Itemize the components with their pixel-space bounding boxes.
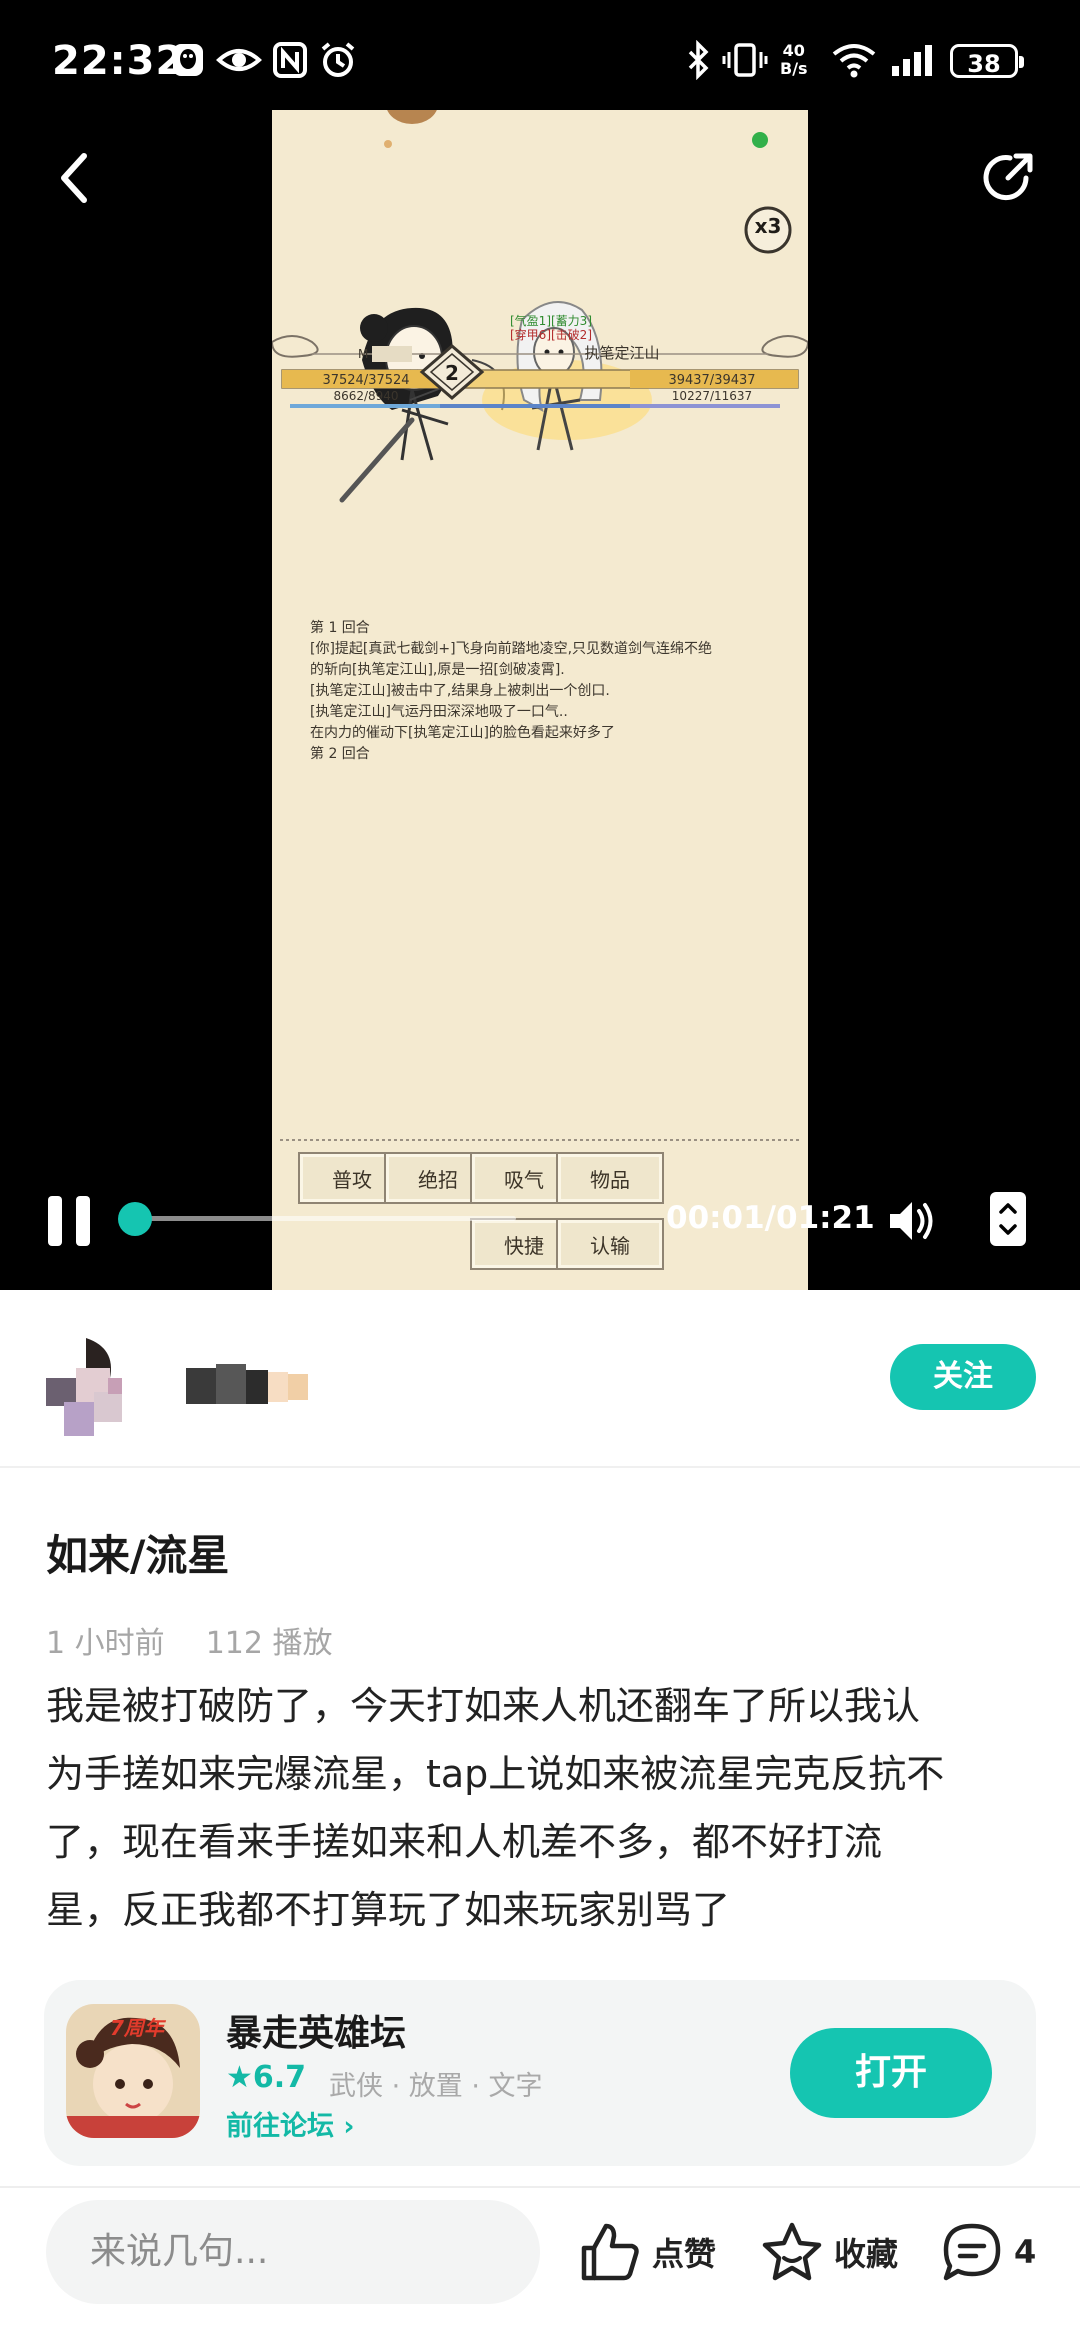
comment-icon xyxy=(943,2223,1001,2281)
favorite-button[interactable]: 收藏 xyxy=(760,2216,898,2288)
post-body-line: 星，反正我都不打算玩了如来玩家别骂了 xyxy=(46,1888,731,1932)
post-title: 如来/流星 xyxy=(46,1531,230,1580)
eye-icon xyxy=(216,40,262,80)
star-icon xyxy=(762,2222,822,2281)
battle-log: 第 1 回合 [你]提起[真武七截剑+]飞身向前踏地凌空,只见数道剑气连绵不绝 … xyxy=(310,618,780,765)
video-player[interactable]: 22:32 40 B/s 38 [气盈1][蓄力3] [穿甲6][击破2] M … xyxy=(0,0,1080,1290)
log-line: 在内力的催动下[执笔定江山]的脸色看起来好多了 xyxy=(310,725,615,741)
app-name: 暴走英雄坛 xyxy=(226,2013,407,2054)
game-surrender-button: 认输 xyxy=(556,1218,664,1270)
enemy-name: 执笔定江山 xyxy=(584,344,659,362)
video-frame: [气盈1][蓄力3] [穿甲6][击破2] M 执笔定江山 37524/3752… xyxy=(272,110,808,1290)
comment-count: 4 xyxy=(1014,2233,1037,2271)
signal-icon xyxy=(888,40,938,80)
app-icon-badge: 7周年 xyxy=(110,2016,164,2040)
app-tags: 武侠 · 放置 · 文字 xyxy=(329,2071,543,2102)
post-body-line: 我是被打破防了，今天打如来人机还翻车了所以我认 xyxy=(46,1684,921,1728)
post-body-line: 为手搓如来完爆流星，tap上说如来被流星完克反抗不 xyxy=(46,1752,945,1796)
divider xyxy=(0,2186,1080,2188)
follow-button[interactable]: 关注 xyxy=(890,1344,1036,1410)
open-app-button[interactable]: 打开 xyxy=(790,2028,992,2118)
author-avatar[interactable] xyxy=(46,1338,146,1438)
playback-time: 00:01/01:21 xyxy=(666,1200,875,1236)
nfc-icon xyxy=(272,40,308,80)
back-icon[interactable] xyxy=(52,148,100,208)
buff-text-2: [穿甲6][击破2] xyxy=(510,327,592,342)
alarm-icon xyxy=(318,40,358,80)
progress-knob[interactable] xyxy=(118,1202,152,1236)
post-body-line: 了，现在看来手搓如来和人机差不多，都不好打流 xyxy=(46,1820,883,1864)
like-label: 点赞 xyxy=(652,2235,717,2273)
progress-track[interactable] xyxy=(136,1216,516,1221)
round-number: 2 xyxy=(445,361,459,385)
post-time: 1 小时前 xyxy=(46,1626,165,1661)
pause-button[interactable] xyxy=(46,1196,96,1246)
enemy-hp: 39437/39437 xyxy=(668,373,755,388)
author-name-blurred[interactable] xyxy=(186,1364,308,1408)
log-line: 第 1 回合 xyxy=(310,620,370,636)
battery-indicator: 38 xyxy=(950,44,1024,78)
like-button[interactable]: 点赞 xyxy=(578,2216,716,2288)
post-meta: 1 小时前 112 播放 xyxy=(46,1618,333,1662)
log-line: [执笔定江山]被击中了,结果身上被刺出一个创口. xyxy=(310,683,610,699)
network-speed: 40 B/s xyxy=(780,41,808,78)
log-line: 的斩向[执笔定江山],原是一招[剑破凌霄]. xyxy=(310,662,565,678)
svg-text:M: M xyxy=(358,347,368,361)
player-hp: 37524/37524 xyxy=(322,373,409,388)
enemy-mp: 10227/11637 xyxy=(672,389,752,403)
forum-link[interactable]: 前往论坛 › xyxy=(226,2104,355,2143)
bluetooth-icon xyxy=(686,39,712,81)
volume-icon[interactable] xyxy=(886,1196,938,1246)
post-views: 112 播放 xyxy=(205,1626,333,1661)
vibrate-icon xyxy=(722,40,768,80)
log-line: [执笔定江山]气运丹田深深地吸了一口气.. xyxy=(310,704,568,720)
app-icon[interactable]: 7周年 xyxy=(66,2004,200,2138)
status-time: 22:32 xyxy=(52,38,185,84)
fullscreen-icon[interactable] xyxy=(988,1190,1028,1248)
qq-icon xyxy=(170,40,206,80)
comment-input[interactable]: 来说几句... xyxy=(46,2200,540,2304)
buff-text-1: [气盈1][蓄力3] xyxy=(510,313,592,328)
game-item-button: 物品 xyxy=(556,1152,664,1204)
player-mp: 8662/8940 xyxy=(333,389,398,403)
speed-badge: x3 xyxy=(754,214,782,238)
app-rating: ★6.7 xyxy=(226,2060,307,2095)
share-icon[interactable] xyxy=(978,148,1038,208)
log-line: [你]提起[真武七截剑+]飞身向前踏地凌空,只见数道剑气连绵不绝 xyxy=(310,641,713,657)
wifi-icon xyxy=(830,40,878,80)
post-body: 我是被打破防了，今天打如来人机还翻车了所以我认 为手搓如来完爆流星，tap上说如… xyxy=(46,1672,1046,1944)
log-line: 第 2 回合 xyxy=(310,746,370,762)
divider xyxy=(0,1466,1080,1468)
comment-button[interactable]: 4 xyxy=(940,2216,1036,2288)
thumbs-up-icon xyxy=(581,2223,639,2281)
favorite-label: 收藏 xyxy=(834,2235,899,2273)
app-card[interactable]: 7周年 暴走英雄坛 ★6.7 武侠 · 放置 · 文字 前往论坛 › 打开 xyxy=(44,1980,1036,2166)
